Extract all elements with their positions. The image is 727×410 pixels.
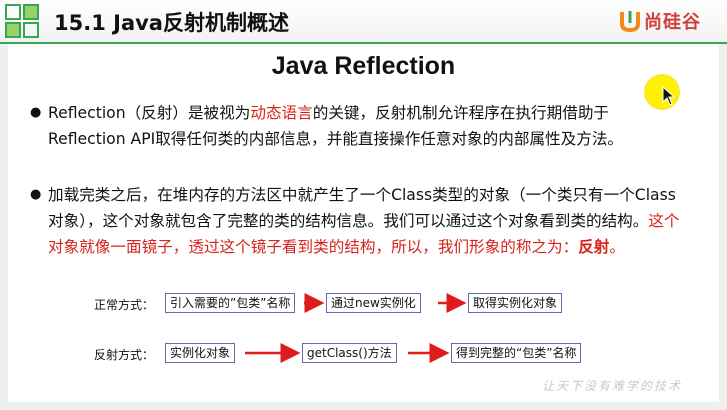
reflection-step-1: 实例化对象 <box>165 343 236 363</box>
brand-logo-icon <box>620 11 640 33</box>
paragraph2-end: 。 <box>609 238 626 256</box>
reflection-flow-label: 反射方式： <box>94 348 155 362</box>
normal-step-1: 引入需要的”包类”名称 <box>165 293 296 313</box>
paragraph-class-object: ● 加载完类之后，在堆内存的方法区中就产生了一个Class类型的对象（一个类只有… <box>30 182 680 260</box>
bullet-icon: ● <box>30 187 42 202</box>
normal-step-3: 取得实例化对象 <box>468 293 563 313</box>
paragraph2-highlight-bold: 反射 <box>578 238 610 256</box>
brand-logo: 尚硅谷 <box>619 7 701 35</box>
reflection-step-3: 得到完整的“包类”名称 <box>451 343 582 363</box>
bullet-icon: ● <box>30 105 42 120</box>
mouse-cursor-icon <box>662 86 676 106</box>
slide-main-title: Java Reflection <box>271 52 456 80</box>
slide-header-title: 15.1 Java反射机制概述 <box>54 11 289 35</box>
slide-content: Java Reflection ● Reflection（反射）是被视为动态语言… <box>8 44 719 402</box>
paragraph-reflection-definition: ● Reflection（反射）是被视为动态语言的关键，反射机制允许程序在执行期… <box>30 100 680 152</box>
logo-squares-icon <box>5 4 39 38</box>
slide-header: 15.1 Java反射机制概述 尚硅谷 <box>0 0 727 44</box>
normal-flow-label: 正常方式： <box>94 298 155 312</box>
paragraph1-text-a: Reflection（反射）是被视为 <box>48 104 251 122</box>
brand-name: 尚硅谷 <box>644 12 701 33</box>
paragraph2-text-a: 加载完类之后，在堆内存的方法区中就产生了一个Class类型的对象（一个类只有一个… <box>48 186 676 230</box>
normal-step-2: 通过new实例化 <box>326 293 421 313</box>
slogan-watermark: 让天下没有难学的技术 <box>542 379 683 393</box>
paragraph1-highlight: 动态语言 <box>250 104 313 122</box>
reflection-step-2: getClass()方法 <box>302 343 397 363</box>
